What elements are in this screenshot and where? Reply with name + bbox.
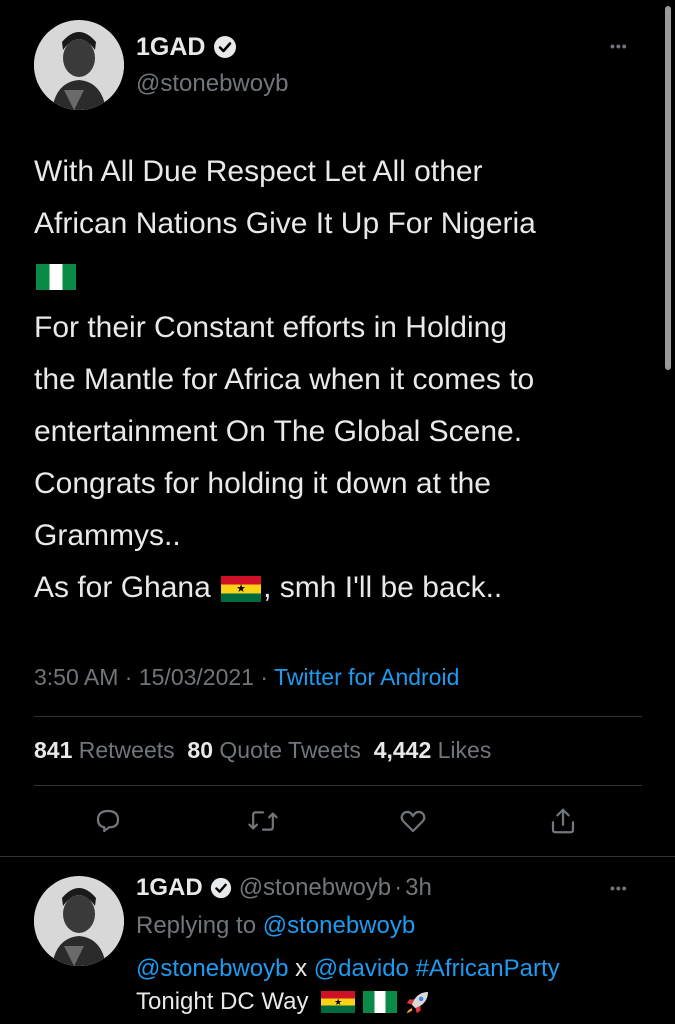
nigeria-flag-icon [363, 991, 398, 1013]
separator: · [260, 664, 269, 690]
replying-to: Replying to @stonebwoyb [136, 912, 415, 940]
ghana-flag-icon [221, 576, 262, 603]
reply-more-options-button[interactable]: ••• [610, 880, 628, 896]
mention-link[interactable]: @davido [314, 955, 409, 982]
x-word: x [288, 955, 314, 982]
avatar-portrait-icon [34, 20, 124, 110]
tweet-time[interactable]: 3:50 AM [34, 664, 118, 690]
reply-time-ago[interactable]: 3h [405, 874, 432, 902]
rocket-icon [406, 992, 429, 1014]
author-name[interactable]: 1GAD [136, 33, 205, 62]
retweet-button[interactable] [241, 799, 285, 843]
tweet-meta: 3:50 AM · 15/03/2021 · Twitter for Andro… [34, 664, 459, 691]
tweet-line: With All Due Respect Let All other [34, 155, 483, 188]
separator: · [394, 874, 403, 901]
separator: · [124, 664, 133, 690]
scrollbar[interactable] [665, 6, 671, 370]
reply-author-handle[interactable]: @stonebwoyb [239, 874, 391, 902]
avatar-portrait-icon [34, 876, 124, 966]
reply-header: 1GAD @stonebwoyb · 3h [136, 874, 432, 902]
replying-to-label: Replying to [136, 912, 257, 939]
ghana-flag-icon [321, 991, 356, 1013]
more-options-button[interactable]: ••• [610, 38, 628, 54]
tweet-line: For their Constant efforts in Holding [34, 311, 508, 344]
quote-tweets-stat[interactable]: 80 Quote Tweets [187, 737, 360, 763]
tweet-line: Congrats for holding it down at the [34, 467, 491, 500]
verified-badge-icon [210, 877, 231, 899]
reply-text: Tonight DC Way [136, 988, 316, 1015]
divider [34, 716, 642, 717]
heart-icon [400, 810, 426, 833]
share-icon [551, 808, 575, 834]
like-button[interactable] [391, 799, 435, 843]
tweet-line: Grammys.. [34, 519, 181, 552]
tweet-line: entertainment On The Global Scene. [34, 415, 523, 448]
verified-badge-icon [214, 36, 237, 58]
tweet-line [34, 250, 664, 302]
reply-author-avatar[interactable] [34, 876, 124, 966]
tweet-line: As for Ghana , smh I'll be back.. [34, 562, 664, 614]
nigeria-flag-icon [36, 264, 76, 291]
tweet-text: With All Due Respect Let All other Afric… [34, 146, 664, 614]
likes-stat[interactable]: 4,442 Likes [374, 737, 492, 763]
retweet-icon [248, 811, 278, 831]
author-avatar[interactable] [34, 20, 124, 110]
divider [34, 785, 642, 786]
tweet-line: the Mantle for Africa when it comes to [34, 363, 535, 396]
mention-link[interactable]: @stonebwoyb [136, 955, 288, 982]
reply-icon [96, 809, 120, 833]
retweets-stat[interactable]: 841 Retweets [34, 737, 175, 763]
tweet-stats: 841 Retweets 80 Quote Tweets 4,442 Likes [34, 737, 491, 764]
divider [0, 856, 675, 857]
reply-text-line: Tonight DC Way [136, 987, 433, 1017]
share-button[interactable] [541, 799, 585, 843]
tweet-date[interactable]: 15/03/2021 [139, 664, 254, 690]
reply-text-line: @stonebwoyb x @davido #AfricanParty [136, 955, 560, 983]
tweet-line: African Nations Give It Up For Nigeria [34, 207, 536, 240]
reply-button[interactable] [86, 799, 130, 843]
tweet-last-line-suffix: , smh I'll be back.. [263, 571, 503, 604]
author-handle[interactable]: @stonebwoyb [136, 70, 288, 98]
replying-to-handle-link[interactable]: @stonebwoyb [263, 912, 415, 939]
tweet-last-line-prefix: As for Ghana [34, 571, 220, 604]
tweet-source-link[interactable]: Twitter for Android [274, 664, 459, 690]
reply-author-name[interactable]: 1GAD [136, 874, 203, 902]
hashtag-link[interactable]: #AfricanParty [416, 955, 560, 982]
